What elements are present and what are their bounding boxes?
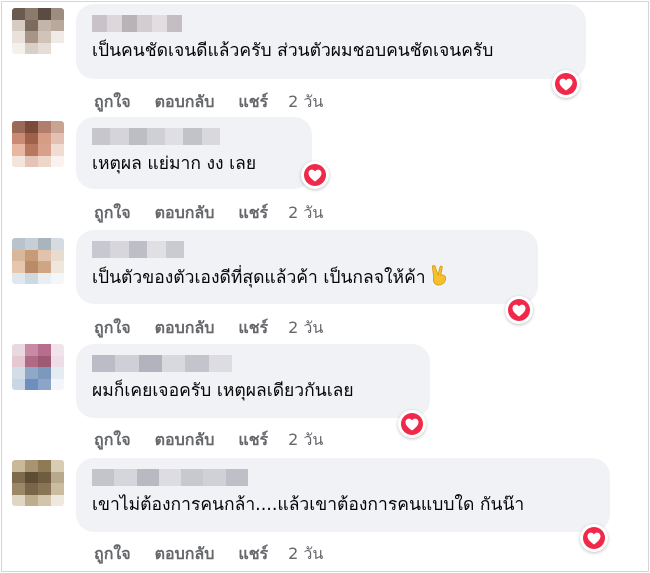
reaction-badge[interactable] [398, 410, 426, 438]
avatar[interactable] [12, 344, 64, 390]
commenter-name-blurred[interactable] [92, 15, 182, 32]
share-link[interactable]: แชร์ [238, 316, 268, 341]
timestamp[interactable]: 2 วัน [288, 90, 323, 115]
share-link[interactable]: แชร์ [238, 90, 268, 115]
comment-actions: ถูกใจ ตอบกลับ แชร์ 2 วัน [94, 428, 323, 453]
victory-hand-icon [430, 264, 450, 294]
comment-bubble: เป็นตัวของตัวเองดีที่สุดแล้วค้า เป็นกลจใ… [76, 230, 538, 304]
avatar[interactable] [12, 121, 64, 167]
reaction-badge[interactable] [552, 70, 580, 98]
comment-actions: ถูกใจ ตอบกลับ แชร์ 2 วัน [94, 90, 323, 115]
like-link[interactable]: ถูกใจ [94, 201, 131, 226]
heart-icon [587, 532, 601, 544]
heart-icon [559, 78, 573, 90]
comment-actions: ถูกใจ ตอบกลับ แชร์ 2 วัน [94, 201, 323, 226]
reply-link[interactable]: ตอบกลับ [155, 428, 215, 453]
avatar[interactable] [12, 8, 64, 54]
like-link[interactable]: ถูกใจ [94, 428, 131, 453]
commenter-name-blurred[interactable] [92, 469, 248, 486]
like-link[interactable]: ถูกใจ [94, 90, 131, 115]
avatar[interactable] [12, 460, 64, 506]
heart-icon [308, 169, 322, 181]
comment-actions: ถูกใจ ตอบกลับ แชร์ 2 วัน [94, 316, 323, 341]
commenter-name-blurred[interactable] [92, 241, 185, 258]
commenter-name-blurred[interactable] [92, 128, 220, 145]
comment-text: เป็นตัวของตัวเองดีที่สุดแล้วค้า เป็นกลจใ… [92, 264, 524, 294]
comment-bubble: เป็นคนชัดเจนดีแล้วครับ ส่วนตัวผมชอบคนชัด… [76, 4, 586, 79]
heart-icon [405, 418, 419, 430]
share-link[interactable]: แชร์ [238, 542, 268, 567]
avatar[interactable] [12, 238, 64, 284]
timestamp[interactable]: 2 วัน [288, 201, 323, 226]
timestamp[interactable]: 2 วัน [288, 542, 323, 567]
reply-link[interactable]: ตอบกลับ [155, 316, 215, 341]
comment-text: เขาไม่ต้องการคนกล้า....แล้วเขาต้องการคนแ… [92, 495, 525, 515]
comment-text-content: เป็นตัวของตัวเองดีที่สุดแล้วค้า เป็นกลจใ… [92, 268, 426, 288]
comment-bubble: ผมก็เคยเจอครับ เหตุผลเดียวกันเลย [76, 344, 430, 418]
like-link[interactable]: ถูกใจ [94, 316, 131, 341]
like-link[interactable]: ถูกใจ [94, 542, 131, 567]
timestamp[interactable]: 2 วัน [288, 316, 323, 341]
share-link[interactable]: แชร์ [238, 428, 268, 453]
comment-actions: ถูกใจ ตอบกลับ แชร์ 2 วัน [94, 542, 323, 567]
reaction-badge[interactable] [301, 161, 329, 189]
comment-bubble: เหตุผล แย่มาก งง เลย [76, 117, 312, 189]
comment-bubble: เขาไม่ต้องการคนกล้า....แล้วเขาต้องการคนแ… [76, 458, 610, 532]
heart-icon [512, 304, 526, 316]
reply-link[interactable]: ตอบกลับ [155, 90, 215, 115]
reaction-badge[interactable] [580, 524, 608, 552]
commenter-name-blurred[interactable] [92, 355, 232, 372]
comment-text: เป็นคนชัดเจนดีแล้วครับ ส่วนตัวผมชอบคนชัด… [92, 41, 494, 61]
comment-text: ผมก็เคยเจอครับ เหตุผลเดียวกันเลย [92, 381, 354, 401]
comment-text: เหตุผล แย่มาก งง เลย [92, 154, 257, 174]
share-link[interactable]: แชร์ [238, 201, 268, 226]
reply-link[interactable]: ตอบกลับ [155, 201, 215, 226]
timestamp[interactable]: 2 วัน [288, 428, 323, 453]
reaction-badge[interactable] [505, 296, 533, 324]
reply-link[interactable]: ตอบกลับ [155, 542, 215, 567]
